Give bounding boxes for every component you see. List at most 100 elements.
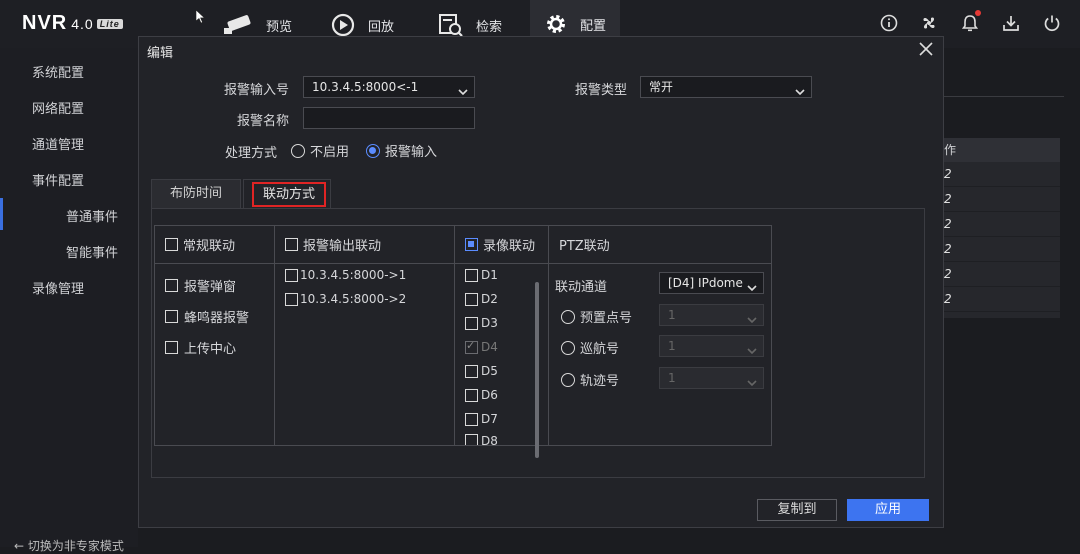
radio-preset[interactable]: 预置点号 [561,307,632,326]
check-d2[interactable]: D2 [465,292,498,306]
ptz-header: PTZ联动 [549,226,771,264]
fan-icon[interactable] [920,14,940,34]
download-icon[interactable] [1002,14,1022,34]
radio-alarm-input[interactable]: 报警输入 [366,141,437,160]
ptz-linkage-column: PTZ联动 联动通道 [D4] IPdome 预置点号 1 巡航号 1 轨迹号 [549,226,771,445]
sidebar-item-system[interactable]: 系统配置 [32,62,84,81]
radio-label: 轨迹号 [580,374,620,389]
normal-linkage-header[interactable]: 常规联动 [155,226,274,264]
check-label: 10.3.4.5:8000->1 [300,268,407,282]
checkbox-icon [465,364,478,378]
check-upload[interactable]: 上传中心 [165,338,236,357]
check-d8[interactable]: D8 [465,434,498,445]
table-row: 2 [942,287,1060,312]
check-d7[interactable]: D7 [465,412,498,426]
table-row: 2 [942,212,1060,237]
chevron-down-icon [747,279,757,292]
chevron-down-icon [458,83,468,96]
preset-select: 1 [659,304,764,326]
check-d3[interactable]: D3 [465,316,498,330]
cruise-value: 1 [668,339,676,353]
sidebar-item-record[interactable]: 录像管理 [32,278,84,297]
sidebar: 系统配置 网络配置 通道管理 事件配置 普通事件 智能事件 录像管理 [0,48,138,547]
check-label: D8 [481,434,498,445]
bell-icon[interactable] [961,14,981,34]
check-d1[interactable]: D1 [465,268,498,282]
sidebar-item-network[interactable]: 网络配置 [32,98,84,117]
header-label: 录像联动 [483,239,536,254]
radio-off-icon [561,309,575,324]
radio-off-icon [561,372,575,387]
check-output-1[interactable]: 10.3.4.5:8000->1 [285,268,406,282]
camera-icon [222,14,254,36]
alarm-input-label: 报警输入号 [223,83,289,98]
alarm-type-label: 报警类型 [574,83,627,98]
sidebar-item-channel[interactable]: 通道管理 [32,134,84,153]
divider [944,96,1064,97]
background-table: 作 2 2 2 2 2 2 [942,138,1060,318]
chevron-down-icon [747,374,757,387]
sidebar-item-smart-event[interactable]: 智能事件 [66,242,118,261]
close-icon[interactable] [917,40,937,60]
alarm-input-select[interactable]: 10.3.4.5:8000<-1 [303,76,475,98]
checkbox-icon [465,388,478,402]
table-row: 2 [942,237,1060,262]
playback-icon [330,12,356,38]
sidebar-active-indicator [0,198,3,230]
radio-off-icon [291,143,305,158]
chevron-down-icon [795,83,805,96]
tab-schedule[interactable]: 布防时间 [151,179,241,209]
checkbox-icon [465,434,478,445]
tab-linkage[interactable]: 联动方式 [243,179,331,209]
check-label: 上传中心 [184,342,237,357]
record-scrollbar[interactable] [535,282,539,458]
check-d5[interactable]: D5 [465,364,498,378]
power-icon[interactable] [1043,14,1063,34]
check-output-2[interactable]: 10.3.4.5:8000->2 [285,292,406,306]
alarm-type-value: 常开 [649,80,674,94]
handle-mode-label: 处理方式 [224,146,277,161]
checkbox-icon [165,279,178,292]
radio-label: 预置点号 [580,311,633,326]
copy-to-button[interactable]: 复制到 [757,499,837,521]
apply-button[interactable]: 应用 [847,499,929,521]
radio-track[interactable]: 轨迹号 [561,370,619,389]
checkbox-icon [165,310,178,323]
sidebar-item-normal-event[interactable]: 普通事件 [66,206,118,225]
alarm-input-value: 10.3.4.5:8000<-1 [312,80,419,94]
alarm-output-column: 报警输出联动 10.3.4.5:8000->1 10.3.4.5:8000->2 [275,226,455,445]
track-select: 1 [659,367,764,389]
check-label: D3 [481,316,498,330]
record-linkage-header[interactable]: 录像联动 [455,226,548,264]
checkbox-disabled-icon [465,339,478,354]
radio-label: 不启用 [310,145,350,160]
track-value: 1 [668,371,676,385]
checkbox-icon [465,316,478,330]
expert-mode-toggle[interactable]: ← 切换为非专家模式 [14,537,124,554]
ptz-channel-value: [D4] IPdome [668,276,743,290]
checkbox-icon [285,292,298,306]
table-row: 2 [942,262,1060,287]
check-label: 报警弹窗 [184,280,237,295]
checkbox-icon [465,268,478,282]
radio-label: 报警输入 [385,145,438,160]
alarm-output-header[interactable]: 报警输出联动 [275,226,454,264]
check-label: D2 [481,292,498,306]
radio-disable[interactable]: 不启用 [291,141,349,160]
alarm-type-select[interactable]: 常开 [640,76,812,98]
check-d6[interactable]: D6 [465,388,498,402]
radio-cruise[interactable]: 巡航号 [561,338,619,357]
alarm-name-input[interactable] [303,107,475,129]
sidebar-item-event[interactable]: 事件配置 [32,170,84,189]
ptz-channel-select[interactable]: [D4] IPdome [659,272,764,294]
check-buzzer[interactable]: 蜂鸣器报警 [165,307,249,326]
check-label: 10.3.4.5:8000->2 [300,292,407,306]
check-d4: D4 [465,339,498,354]
app-logo: NVR 4.0 Lite [22,12,123,35]
info-icon[interactable] [880,14,900,34]
dialog-title: 编辑 [147,46,174,61]
header-label: 常规联动 [183,239,236,254]
gear-icon [544,12,568,36]
check-popup[interactable]: 报警弹窗 [165,276,236,295]
radio-on-icon [366,143,380,158]
